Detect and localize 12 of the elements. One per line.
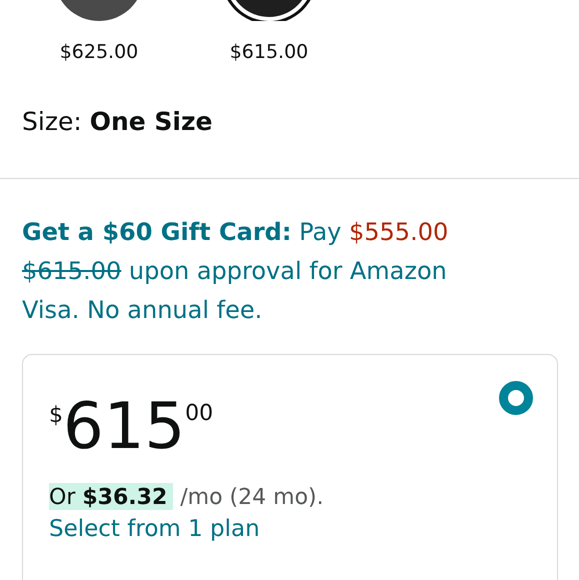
plan-link[interactable]: Select from 1 plan bbox=[49, 516, 260, 542]
price-whole: 615 bbox=[63, 395, 186, 459]
swatch-price: $615.00 bbox=[230, 41, 308, 63]
size-label: Size: bbox=[22, 107, 82, 136]
swatch-price: $625.00 bbox=[60, 41, 138, 63]
gift-card-offer[interactable]: Get a $60 Gift Card: Pay $555.00 $615.00 upon approval for Amazon Visa. No annual fee. bbox=[22, 213, 479, 330]
currency-symbol: $ bbox=[49, 403, 63, 428]
monthly-term: /mo (24 mo). bbox=[180, 485, 324, 510]
size-value: One Size bbox=[90, 107, 212, 136]
monthly-price: Or $36.32 bbox=[49, 483, 174, 510]
price-fraction: 00 bbox=[185, 401, 214, 426]
radio-button[interactable] bbox=[499, 381, 533, 415]
